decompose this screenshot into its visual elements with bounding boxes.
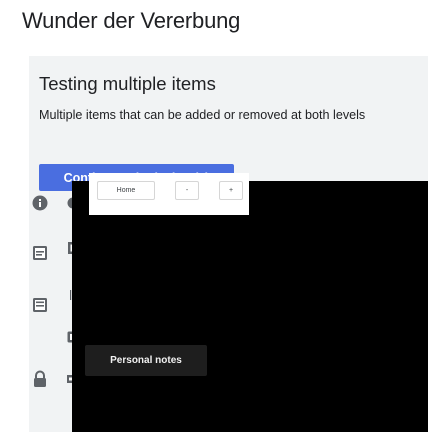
page-title: Wunder der Vererbung — [22, 8, 241, 33]
document-icon[interactable] — [31, 296, 49, 314]
remove-item-button[interactable]: - — [175, 181, 199, 200]
tool-column — [29, 182, 65, 387]
info-icon[interactable] — [31, 194, 49, 212]
navigation-bar: Home - + — [89, 173, 249, 215]
home-button[interactable]: Home — [97, 181, 155, 200]
card-title: Testing multiple items — [39, 73, 216, 94]
lock-icon[interactable] — [31, 370, 49, 388]
preview-canvas: Home - + Personal notes — [72, 173, 428, 432]
add-item-button[interactable]: + — [219, 181, 243, 200]
image-icon[interactable] — [31, 244, 49, 262]
card-description: Multiple items that can be added or remo… — [39, 108, 366, 122]
personal-notes-button[interactable]: Personal notes — [85, 345, 207, 376]
